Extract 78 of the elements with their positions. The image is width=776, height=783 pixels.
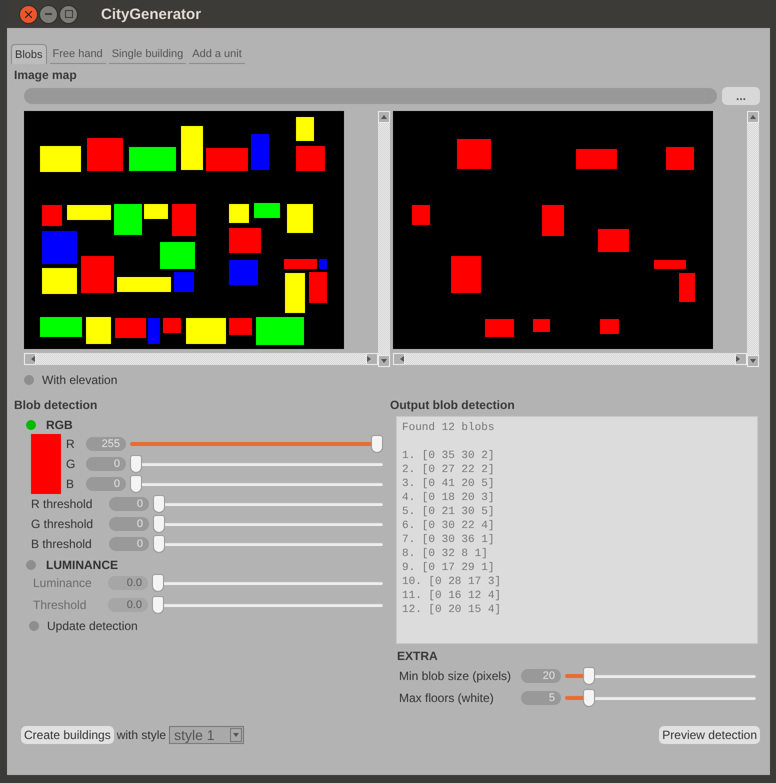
value-field[interactable]: 0 <box>86 457 126 471</box>
checkbox-label: Update detection <box>47 619 138 633</box>
output-text: 3. [0 41 20 5] <box>402 477 496 491</box>
slider-label: B <box>65 477 76 491</box>
section-title: Image map <box>14 68 78 82</box>
output-text: 11. [0 16 12 4] <box>402 589 502 603</box>
output-text: 1. [0 35 30 2] <box>402 449 496 463</box>
output-text: 8. [0 32 8 1] <box>402 547 489 561</box>
slider-handle[interactable] <box>130 475 142 493</box>
checkbox-label: With elevation <box>42 373 118 387</box>
output-text: 9. [0 17 29 1] <box>402 561 496 575</box>
browse-button[interactable]: ... <box>722 87 760 105</box>
value-field[interactable]: 0 <box>109 517 149 531</box>
output-text: 6. [0 30 22 4] <box>402 519 496 533</box>
scroll-right-icon[interactable] <box>366 353 378 365</box>
section-title: EXTRA <box>397 649 439 663</box>
value-field[interactable]: 20 <box>521 669 561 683</box>
tab[interactable]: Blobs <box>11 44 47 64</box>
output-text: 7. [0 30 36 1] <box>402 533 496 547</box>
value-field[interactable]: 0 <box>109 537 149 551</box>
slider-label: B threshold <box>30 537 93 551</box>
tab[interactable]: Free hand <box>50 46 106 64</box>
slider-label: R <box>65 437 76 451</box>
section-title: Blob detection <box>14 398 98 412</box>
slider-handle[interactable] <box>153 515 165 533</box>
radio-button[interactable] <box>26 420 36 430</box>
slider-label: Max floors (white) <box>398 691 495 705</box>
scroll-left-icon[interactable] <box>24 353 36 365</box>
window-title: CityGenerator <box>101 6 202 22</box>
slider-handle[interactable] <box>153 535 165 553</box>
scroll-up-icon[interactable] <box>747 111 759 123</box>
value-field[interactable]: 5 <box>521 691 561 705</box>
output-text: Found 12 blobs <box>402 421 496 435</box>
checkbox[interactable] <box>29 621 39 631</box>
value-field[interactable]: 0 <box>86 477 126 491</box>
slider-handle[interactable] <box>582 689 595 707</box>
minimize-button[interactable] <box>39 4 58 24</box>
checkbox[interactable] <box>24 375 34 385</box>
slider-label: Threshold <box>32 598 88 612</box>
slider-handle[interactable] <box>130 455 142 473</box>
output-text-area[interactable]: Found 12 blobs 1. [0 35 30 2] 2. [0 27 22 2] 3. [0 41 20 5] 4. [0 18 20 3] 5. [0 21 30 5] 6. [0 30 22 4] 7. [0 30 36 1] 8. [0 32 8 1] 9. [0 17 29 1] 10. [0 28 17 3] 11. [0 16 12 4] 12. [0 20 15 4] <box>396 416 758 644</box>
slider-label: R threshold <box>30 497 94 511</box>
radio-label: LUMINANCE <box>46 558 118 572</box>
section-title: Output blob detection <box>390 398 516 412</box>
slider-label: Min blob size (pixels) <box>398 669 512 683</box>
scroll-left-icon[interactable] <box>393 353 405 365</box>
maximize-button[interactable] <box>59 4 78 24</box>
preview-detection-button[interactable]: Preview detection <box>659 726 760 744</box>
scroll-up-icon[interactable] <box>378 111 390 123</box>
slider-handle[interactable] <box>371 435 383 453</box>
output-text: 4. [0 18 20 3] <box>402 491 496 505</box>
tab[interactable]: Single building <box>108 46 186 64</box>
close-button[interactable] <box>19 4 38 24</box>
vertical-scrollbar[interactable] <box>378 111 390 367</box>
scroll-down-icon[interactable] <box>378 355 390 367</box>
radio-button[interactable] <box>26 560 36 570</box>
style-label: with style <box>116 728 166 742</box>
slider-handle[interactable] <box>582 667 595 685</box>
value-field[interactable]: 255 <box>86 437 126 451</box>
tab[interactable]: Add a unit <box>189 46 245 64</box>
slider-label: G threshold <box>30 517 94 531</box>
output-text: 2. [0 27 22 2] <box>402 463 496 477</box>
horizontal-scrollbar[interactable] <box>24 353 378 365</box>
scroll-down-icon[interactable] <box>747 355 759 367</box>
scroll-right-icon[interactable] <box>735 353 747 365</box>
create-buildings-button[interactable]: Create buildings <box>21 726 114 744</box>
slider-label: Luminance <box>32 576 93 590</box>
output-text: 12. [0 20 15 4] <box>402 603 502 617</box>
output-text: 10. [0 28 17 3] <box>402 575 502 589</box>
value-field[interactable]: 0 <box>109 497 149 511</box>
output-text: 5. [0 21 30 5] <box>402 505 496 519</box>
file-path-field[interactable] <box>24 88 717 104</box>
radio-label: RGB <box>46 418 73 432</box>
horizontal-scrollbar[interactable] <box>393 353 747 365</box>
style-dropdown[interactable]: style 1 <box>169 726 244 744</box>
slider-handle[interactable] <box>153 495 165 513</box>
slider-label: G <box>65 457 76 471</box>
vertical-scrollbar[interactable] <box>747 111 759 367</box>
